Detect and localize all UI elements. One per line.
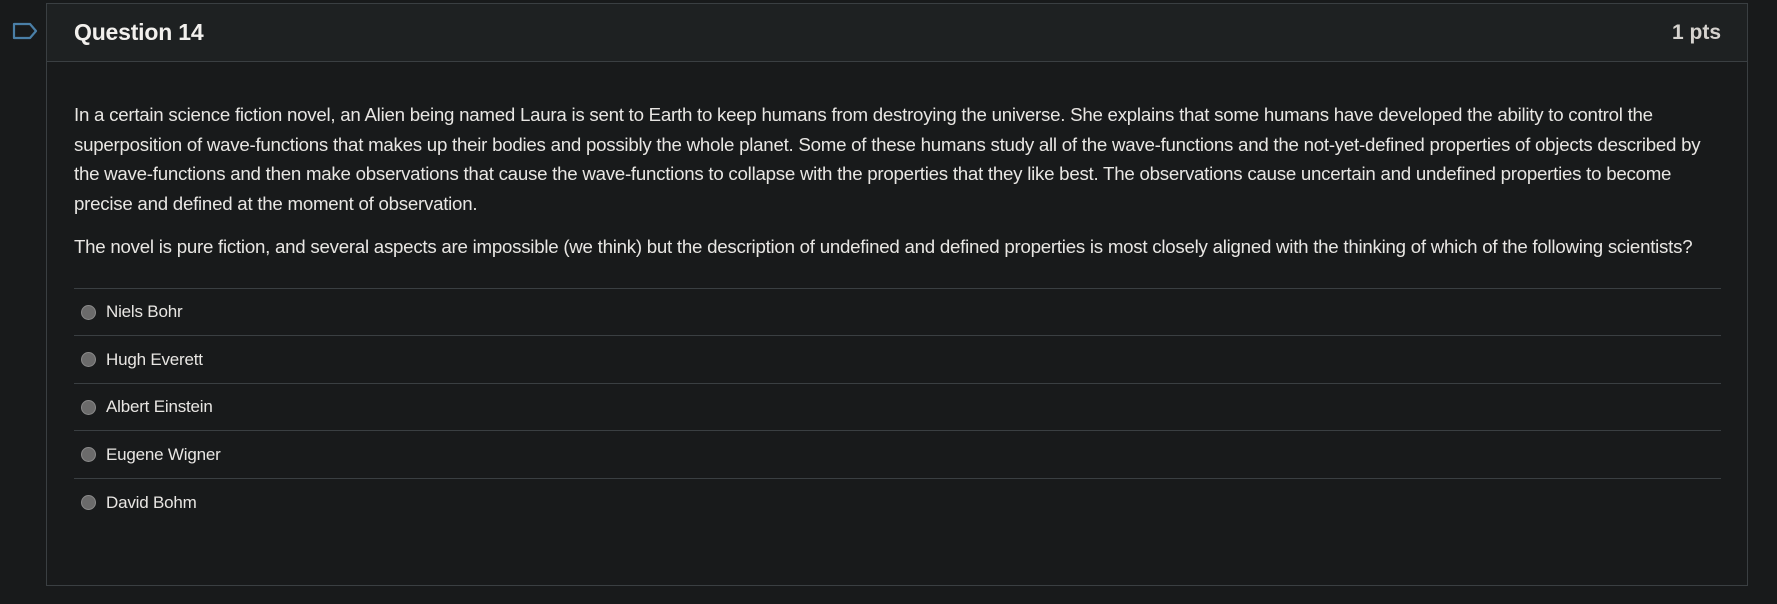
answer-label[interactable]: Albert Einstein [106,397,213,417]
answer-option[interactable]: Albert Einstein [74,384,1721,432]
question-points: 1 pts [1671,20,1721,44]
radio-button[interactable] [81,352,96,368]
answer-label[interactable]: Niels Bohr [106,302,183,322]
answer-option[interactable]: Eugene Wigner [74,431,1721,479]
answer-list: Niels Bohr Hugh Everett Albert Einstein … [74,287,1721,527]
answer-option[interactable]: David Bohm [74,479,1721,527]
question-header: Question 14 1 pts [47,4,1747,62]
answer-label[interactable]: Eugene Wigner [106,445,221,465]
question-paragraph: The novel is pure fiction, and several a… [74,236,1693,258]
question-title: Question 14 [74,19,204,45]
radio-button[interactable] [81,304,96,320]
radio-button[interactable] [81,399,96,415]
radio-button[interactable] [81,447,96,463]
answer-label[interactable]: Hugh Everett [106,350,203,370]
question-body: In a certain science fiction novel, an A… [47,62,1747,526]
answer-label[interactable]: David Bohm [106,493,197,513]
question-paragraph: In a certain science fiction novel, an A… [74,104,1701,214]
question-card: Question 14 1 pts In a certain science f… [46,3,1748,586]
answer-option[interactable]: Niels Bohr [74,289,1721,337]
question-text: In a certain science fiction novel, an A… [74,100,1721,262]
flag-question-icon[interactable] [12,22,38,40]
answer-option[interactable]: Hugh Everett [74,336,1721,384]
radio-button[interactable] [81,495,96,511]
